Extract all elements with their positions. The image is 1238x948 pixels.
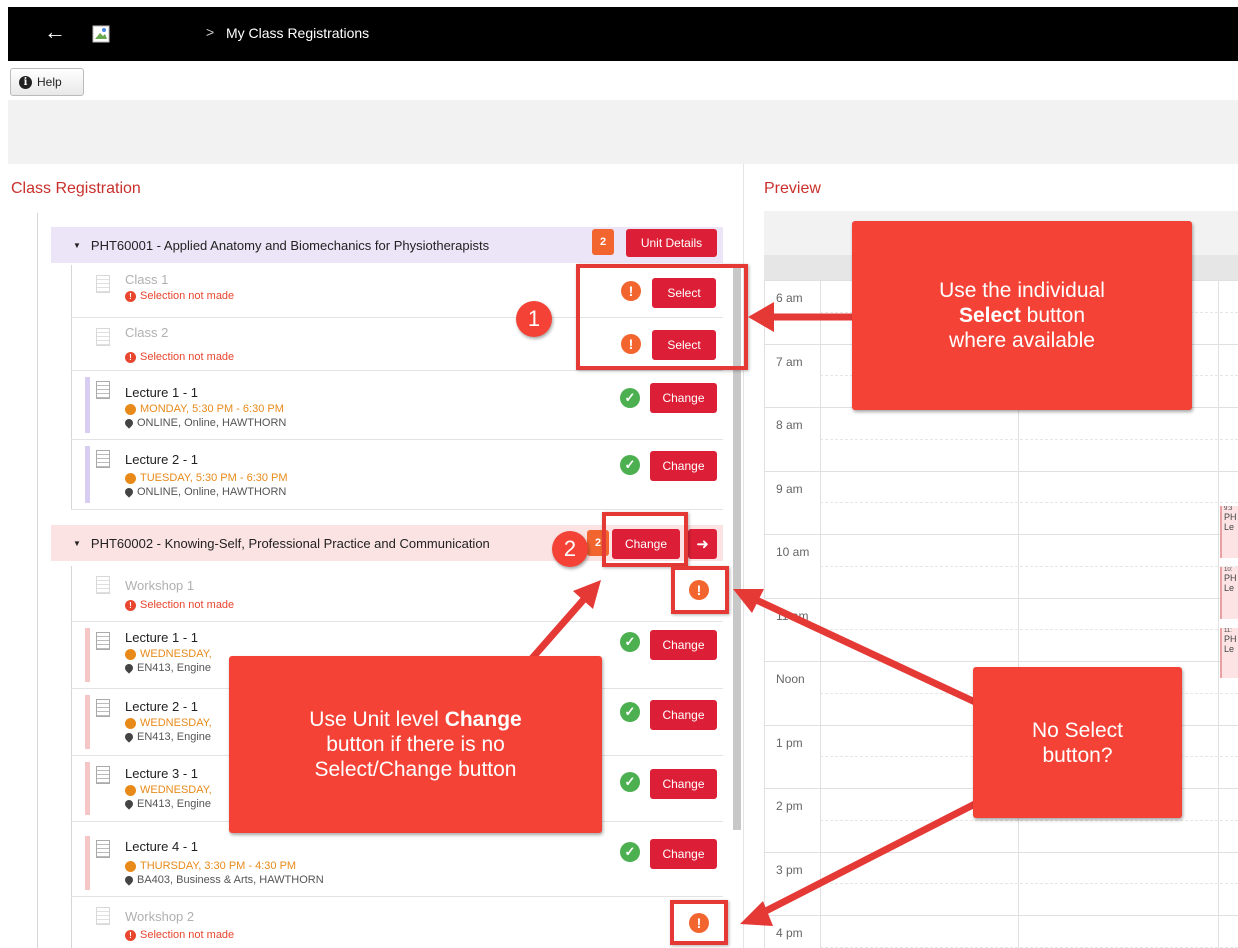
- callout-text: button if there is no: [326, 733, 505, 756]
- callout-text: where available: [949, 329, 1095, 352]
- callout-bold: Select: [958, 304, 1021, 327]
- callout-text: Use Unit level: [309, 708, 445, 731]
- callout-text: Select/Change button: [314, 758, 517, 781]
- callout-change: Use Unit level Change button if there is…: [229, 656, 602, 833]
- callout-line: Select button: [852, 303, 1192, 328]
- callout-text: Use the individual: [939, 279, 1105, 302]
- callout-text: button: [1020, 304, 1086, 327]
- callout-select: Use the individual Select button where a…: [852, 221, 1192, 410]
- callout-text: No Select: [1031, 718, 1124, 742]
- callout-no-select: No Select button?: [973, 667, 1182, 818]
- step-number-1: 1: [516, 301, 552, 337]
- step-number-2: 2: [552, 531, 588, 567]
- callout-line: Use Unit level Change: [229, 707, 602, 732]
- callout-text: button?: [1042, 743, 1113, 767]
- callout-bold: Change: [444, 708, 522, 731]
